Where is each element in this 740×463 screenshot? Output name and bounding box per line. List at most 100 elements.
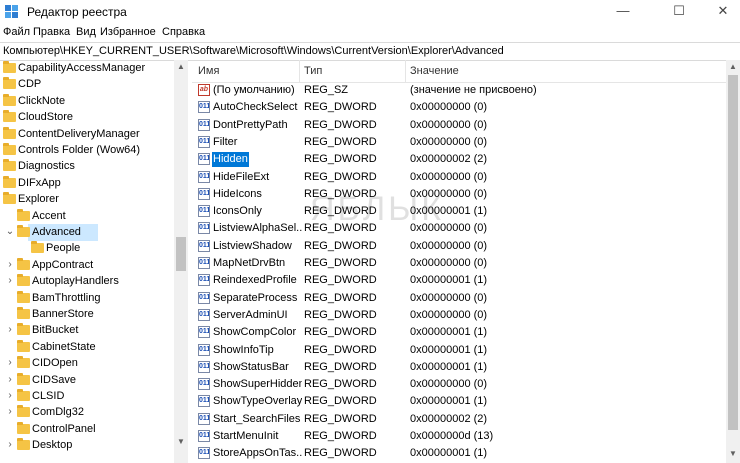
value-row[interactable]: 011 HideFileExt REG_DWORD 0x00000000 (0) [192,169,726,186]
chevron-right-icon[interactable] [5,341,15,353]
column-separator[interactable] [299,60,300,82]
value-name[interactable]: ServerAdminUI [212,308,289,323]
value-name[interactable]: ShowTypeOverlay [212,394,302,409]
close-button[interactable]: ✕ [700,0,740,24]
tree-item[interactable]: BamThrottling [0,290,175,307]
value-name[interactable]: SeparateProcess [212,291,298,306]
value-row[interactable]: 011 ReindexedProfile REG_DWORD 0x00000001 (… [192,272,726,289]
value-name[interactable]: StoreAppsOnTas... [212,446,302,461]
tree-item[interactable]: DIFxApp [0,175,175,192]
menu-view[interactable]: Вид [76,26,96,38]
value-row[interactable]: 011 ShowCompColor REG_DWORD 0x00000001 (1) [192,324,726,341]
tree-item[interactable]: ClickNote [0,93,175,110]
column-name-header[interactable]: Имя [198,65,219,77]
value-name[interactable]: ListviewShadow [212,239,293,254]
value-name[interactable]: StartMenuInit [212,429,279,444]
value-row[interactable]: 011 ShowTypeOverlay REG_DWORD 0x00000001 (1… [192,393,726,410]
tree-item[interactable]: CabinetState [0,339,175,356]
values-list[interactable]: Имя Тип Значение ab (По умолчанию) REG_SZ (… [192,60,726,463]
value-row[interactable]: 011 MapNetDrvBtn REG_DWORD 0x00000000 (0) [192,255,726,272]
chevron-right-icon[interactable]: › [5,357,15,369]
address-path[interactable]: Компьютер\HKEY_CURRENT_USER\Software\Mic… [3,45,504,57]
chevron-right-icon[interactable] [0,144,1,156]
tree-item[interactable]: ControlPanel [0,421,175,438]
menu-edit[interactable]: Правка [33,26,70,38]
chevron-right-icon[interactable] [0,78,1,90]
chevron-down-icon[interactable]: ⌄ [5,226,15,238]
tree-item[interactable]: › AppContract [0,257,175,274]
tree-item[interactable]: Accent [0,208,175,225]
value-row[interactable]: 011 ListviewShadow REG_DWORD 0x00000000 (0) [192,238,726,255]
value-name[interactable]: HideIcons [212,187,263,202]
tree-item[interactable]: ⌄ Advanced [0,224,175,241]
tree-item[interactable]: › BitBucket [0,322,175,339]
tree-item[interactable]: › CIDOpen [0,355,175,372]
value-row[interactable]: 011 StoreAppsOnTas... REG_DWORD 0x00000001 … [192,445,726,462]
chevron-right-icon[interactable] [5,308,15,320]
chevron-right-icon[interactable] [19,242,29,254]
chevron-right-icon[interactable] [0,111,1,123]
tree-item[interactable]: CloudStore [0,109,175,126]
tree-item[interactable]: BannerStore [0,306,175,323]
list-scroll-thumb[interactable] [728,75,738,430]
value-row[interactable]: 011 IconsOnly REG_DWORD 0x00000001 (1) [192,203,726,220]
tree-item[interactable]: Diagnostics [0,158,175,175]
tree-item[interactable]: Explorer [0,191,175,208]
tree-item[interactable]: ContentDeliveryManager [0,126,175,143]
chevron-right-icon[interactable] [0,62,1,74]
value-name[interactable]: ShowInfoTip [212,343,275,358]
menu-favorites[interactable]: Избранное [100,26,156,38]
value-name[interactable]: Start_SearchFiles [212,412,301,427]
value-row[interactable]: 011 ShowInfoTip REG_DWORD 0x00000001 (1) [192,342,726,359]
scroll-down-icon[interactable]: ▼ [726,448,740,460]
list-scrollbar[interactable]: ▲ ▼ [726,60,740,463]
value-row[interactable]: 011 StartMenuInit REG_DWORD 0x0000000d (13) [192,428,726,445]
chevron-right-icon[interactable]: › [5,324,15,336]
tree-item[interactable]: › CIDSave [0,372,175,389]
scroll-up-icon[interactable]: ▲ [174,61,188,73]
tree-item[interactable]: CapabilityAccessManager [0,60,175,77]
address-bar[interactable]: Компьютер\HKEY_CURRENT_USER\Software\Mic… [0,42,740,61]
value-row[interactable]: 011 Hidden REG_DWORD 0x00000002 (2) [192,151,726,168]
value-name[interactable]: (По умолчанию) [212,83,296,98]
column-type-header[interactable]: Тип [304,65,322,77]
value-row[interactable]: 011 Start_SearchFiles REG_DWORD 0x00000002 … [192,411,726,428]
tree-item[interactable]: Controls Folder (Wow64) [0,142,175,159]
value-name[interactable]: IconsOnly [212,204,263,219]
chevron-right-icon[interactable]: › [5,374,15,386]
chevron-right-icon[interactable]: › [5,439,15,451]
value-row[interactable]: 011 ListviewAlphaSel... REG_DWORD 0x0000000… [192,220,726,237]
value-name[interactable]: MapNetDrvBtn [212,256,286,271]
value-name[interactable]: Filter [212,135,238,150]
value-name[interactable]: ShowCompColor [212,325,297,340]
tree-item[interactable]: › AutoplayHandlers [0,273,175,290]
chevron-right-icon[interactable] [0,193,1,205]
value-row[interactable]: 011 DontPrettyPath REG_DWORD 0x00000000 (0) [192,117,726,134]
value-row[interactable]: 011 HideIcons REG_DWORD 0x00000000 (0) [192,186,726,203]
column-separator[interactable] [405,60,406,82]
column-data-header[interactable]: Значение [410,65,459,77]
chevron-right-icon[interactable] [0,95,1,107]
chevron-right-icon[interactable]: › [5,259,15,271]
value-name[interactable]: AutoCheckSelect [212,100,298,115]
tree-item[interactable]: › CLSID [0,388,175,405]
menu-help[interactable]: Справка [162,26,205,38]
chevron-right-icon[interactable] [5,210,15,222]
value-row[interactable]: 011 ServerAdminUI REG_DWORD 0x00000000 (0) [192,307,726,324]
tree-item[interactable]: › Desktop [0,437,175,454]
scroll-down-icon[interactable]: ▼ [174,436,188,448]
chevron-right-icon[interactable]: › [5,390,15,402]
chevron-right-icon[interactable] [5,423,15,435]
chevron-right-icon[interactable]: › [5,275,15,287]
value-name[interactable]: Hidden [212,152,249,168]
tree-item[interactable]: › ComDlg32 [0,404,175,421]
value-name[interactable]: HideFileExt [212,170,270,185]
minimize-button[interactable]: — [600,0,646,24]
value-row[interactable]: 011 Filter REG_DWORD 0x00000000 (0) [192,134,726,151]
tree-item[interactable]: CDP [0,76,175,93]
value-name[interactable]: ListviewAlphaSel... [212,221,302,236]
chevron-right-icon[interactable] [0,160,1,172]
value-row[interactable]: ab (По умолчанию) REG_SZ (значение не присв… [192,82,726,99]
value-row[interactable]: 011 ShowSuperHidden REG_DWORD 0x00000000 (0… [192,376,726,393]
key-tree[interactable]: CapabilityAccessManager CDP ClickNote Cloud… [0,60,190,463]
